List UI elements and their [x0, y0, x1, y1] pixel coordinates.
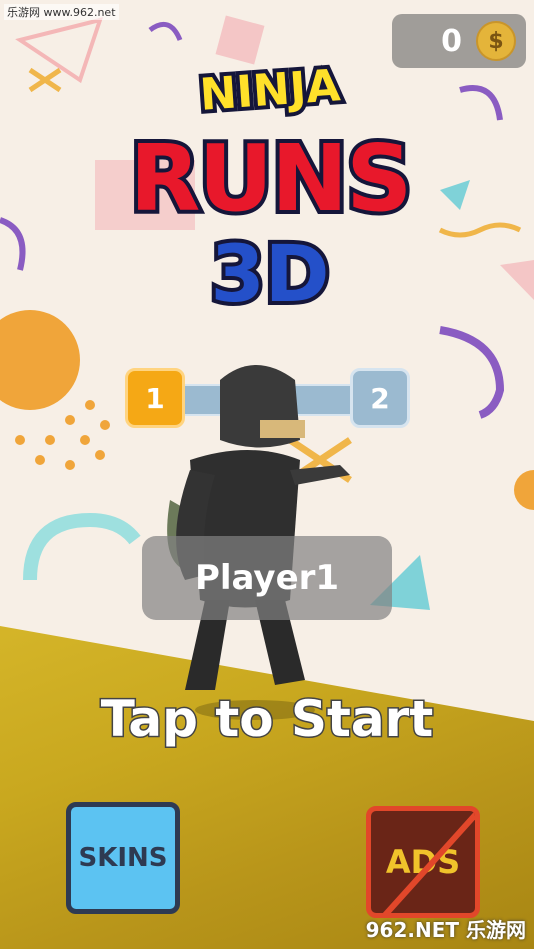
watermark-bottom: 962.NET 乐游网	[365, 918, 526, 942]
logo-line-3d: 3D	[206, 226, 333, 324]
coin-icon: $	[476, 21, 516, 61]
game-logo: NINJA RUNS 3D	[110, 55, 430, 335]
tap-to-start-prompt[interactable]: Tap to Start	[0, 689, 534, 750]
logo-line-runs: RUNS	[126, 121, 417, 236]
remove-ads-button[interactable]: ADS	[366, 806, 480, 918]
coin-count: 0	[441, 23, 462, 59]
player-name-panel[interactable]: Player1	[142, 536, 392, 620]
skins-button[interactable]: SKINS	[66, 802, 180, 914]
watermark-top: 乐游网 www.962.net	[4, 4, 119, 20]
logo-line-ninja: NINJA	[194, 56, 346, 125]
